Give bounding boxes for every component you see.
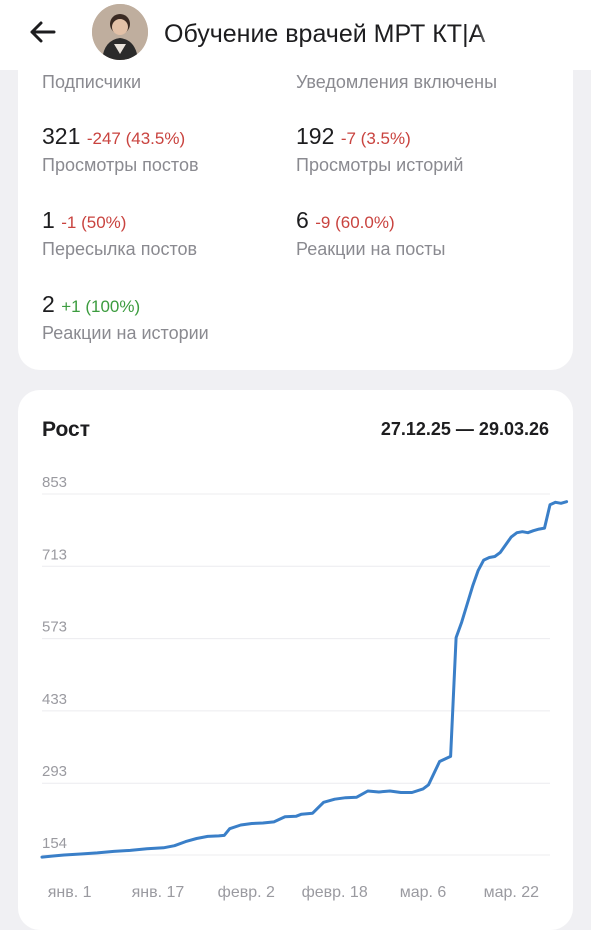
stat-delta: -7 (3.5%) [340, 129, 411, 148]
stat-delta: -1 (50%) [61, 213, 127, 232]
stat-value: 2 [42, 291, 55, 317]
x-tick-label: февр. 2 [218, 884, 275, 901]
stat-post-shares: 1 -1 (50%) Пересылка постов [42, 206, 302, 261]
x-tick-label: февр. 18 [302, 884, 368, 901]
channel-title[interactable]: Обучение врачей МРТ КТ|А [164, 18, 516, 50]
stat-label: Реакции на посты [296, 239, 446, 259]
y-tick-label: 154 [42, 835, 67, 852]
stat-value: 6 [296, 207, 309, 233]
stat-delta: +1 (100%) [61, 297, 141, 316]
stat-delta: -9 (60.0%) [315, 213, 395, 232]
back-button[interactable] [24, 17, 60, 47]
stat-post-views: 321 -247 (43.5%) Просмотры постов [42, 122, 302, 177]
stat-story-reactions: 2 +1 (100%) Реакции на истории [42, 290, 302, 345]
stat-label: Реакции на истории [42, 323, 209, 343]
y-tick-label: 573 [42, 619, 67, 636]
stat-delta: -247 (43.5%) [86, 129, 186, 148]
stat-story-views: 192 -7 (3.5%) Просмотры историй [296, 122, 556, 177]
subscribers-label: Подписчики [42, 72, 142, 92]
stat-value: 1 [42, 207, 55, 233]
stat-value: 192 [296, 123, 335, 149]
growth-chart[interactable]: 154 293 433 573 713 853 янв. 1 янв. 17 февр. 2 фе… [18, 390, 573, 913]
growth-card: Рост 27.12.25 — 29.03.26 154 293 433 573 713… [18, 390, 573, 930]
y-tick-label: 713 [42, 546, 67, 563]
y-tick-label: 293 [42, 763, 67, 780]
x-tick-label: янв. 17 [132, 884, 185, 901]
x-tick-label: янв. 1 [48, 884, 92, 901]
stat-label: Пересылка постов [42, 239, 198, 259]
stat-label: Просмотры постов [42, 155, 199, 175]
top-bar: Обучение врачей МРТ КТ|А [0, 0, 591, 70]
stat-value: 321 [42, 123, 81, 149]
arrow-left-icon [30, 21, 56, 43]
y-tick-label: 433 [42, 691, 67, 708]
notifications-label: Уведомления включены [296, 72, 498, 92]
x-tick-label: мар. 22 [484, 884, 540, 901]
channel-avatar[interactable] [92, 4, 148, 60]
x-tick-label: мар. 6 [400, 884, 447, 901]
y-tick-label: 853 [42, 474, 67, 491]
stat-post-reactions: 6 -9 (60.0%) Реакции на посты [296, 206, 556, 261]
overview-card: Подписчики Уведомления включены 321 -247… [18, 40, 573, 370]
growth-series-line [40, 500, 569, 859]
stat-label: Просмотры историй [296, 155, 464, 175]
